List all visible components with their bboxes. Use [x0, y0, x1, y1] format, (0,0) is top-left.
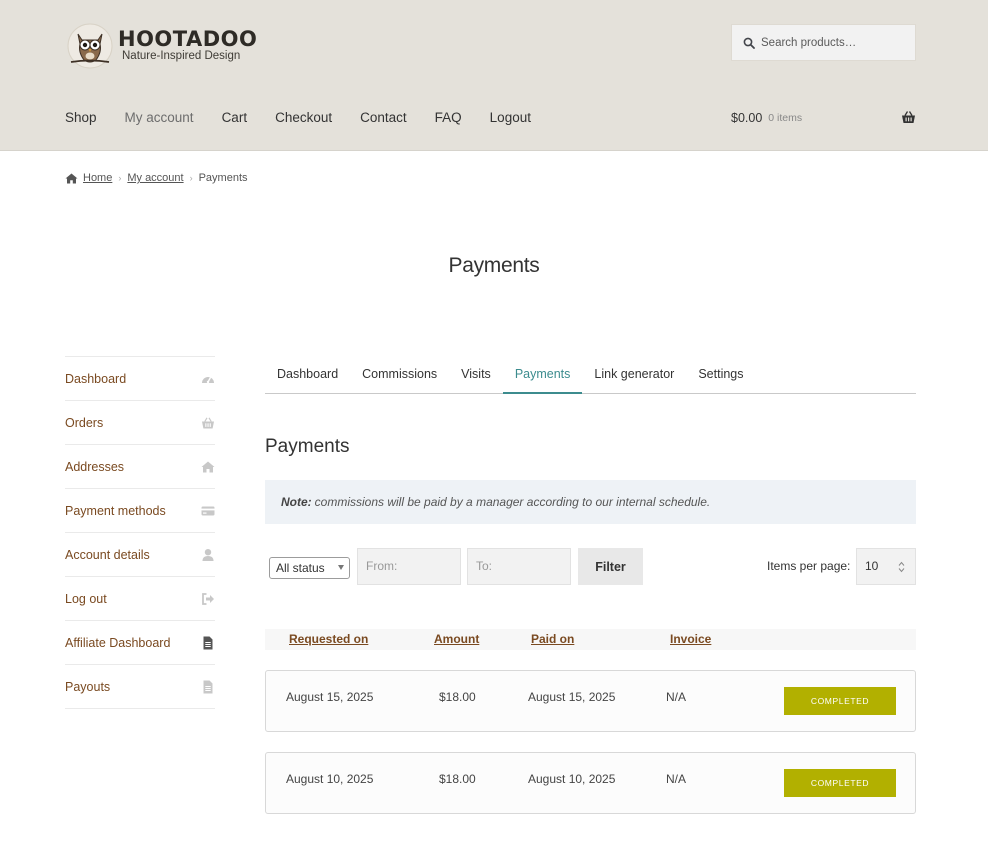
- search-icon: [743, 37, 755, 49]
- to-date-input[interactable]: To:: [467, 548, 571, 585]
- nav-shop[interactable]: Shop: [65, 108, 97, 128]
- site-logo[interactable]: HOOTADOO Nature-Inspired Design: [66, 22, 257, 70]
- nav-logout[interactable]: Logout: [490, 108, 531, 128]
- tab-settings[interactable]: Settings: [686, 356, 755, 394]
- sidebar-item-orders[interactable]: Orders: [65, 401, 215, 445]
- breadcrumb-home[interactable]: Home: [83, 172, 112, 184]
- paid-on-cell: August 10, 2025: [528, 772, 616, 786]
- status-select-value: All status: [276, 561, 325, 575]
- dropdown-arrow-icon: [338, 565, 344, 570]
- basket-icon: [201, 416, 215, 430]
- nav-faq[interactable]: FAQ: [435, 108, 462, 128]
- basket-icon: [902, 111, 915, 123]
- sidebar-item-label: Log out: [65, 591, 107, 606]
- note-label: Note:: [281, 495, 312, 509]
- product-search[interactable]: [731, 24, 916, 61]
- items-per-page-input[interactable]: 10: [856, 548, 916, 585]
- sidebar-item-addresses[interactable]: Addresses: [65, 445, 215, 489]
- payments-note: Note: commissions will be paid by a mana…: [265, 480, 916, 524]
- column-requested-on[interactable]: Requested on: [289, 632, 368, 646]
- home-icon: [65, 173, 78, 183]
- invoice-cell: N/A: [666, 690, 687, 704]
- document-icon: [201, 636, 215, 650]
- items-per-page-label: Items per page:: [767, 559, 851, 573]
- page-title: Payments: [448, 254, 540, 277]
- user-icon: [201, 548, 215, 562]
- column-amount[interactable]: Amount: [434, 632, 479, 646]
- cart-amount: $0.00: [731, 111, 763, 125]
- account-navigation: Dashboard Orders Addresses Payment metho…: [65, 356, 215, 709]
- from-date-input[interactable]: From:: [357, 548, 461, 585]
- site-header: HOOTADOO Nature-Inspired Design Shop My …: [0, 0, 988, 151]
- tab-link-generator[interactable]: Link generator: [582, 356, 686, 394]
- document-outline-icon: [201, 680, 215, 694]
- header-cart[interactable]: $0.00 0 items: [731, 108, 916, 128]
- sidebar-item-label: Affiliate Dashboard: [65, 635, 171, 650]
- items-per-page-value: 10: [865, 559, 879, 573]
- sidebar-item-label: Dashboard: [65, 371, 127, 386]
- sidebar-item-label: Orders: [65, 415, 104, 430]
- nav-cart[interactable]: Cart: [222, 108, 248, 128]
- column-invoice[interactable]: Invoice: [670, 632, 711, 646]
- cart-count: 0 items: [768, 112, 803, 124]
- requested-on-cell: August 10, 2025: [286, 772, 374, 786]
- spinner-arrows-icon[interactable]: [898, 561, 905, 573]
- sidebar-item-account-details[interactable]: Account details: [65, 533, 215, 577]
- amount-cell: $18.00: [439, 772, 476, 786]
- filter-button[interactable]: Filter: [578, 548, 643, 585]
- sidebar-item-label: Payment methods: [65, 503, 166, 518]
- sidebar-item-dashboard[interactable]: Dashboard: [65, 357, 215, 401]
- search-input[interactable]: [761, 36, 911, 49]
- brand-subtitle: Nature-Inspired Design: [122, 50, 241, 63]
- requested-on-cell: August 15, 2025: [286, 690, 374, 704]
- credit-card-icon: [201, 504, 215, 518]
- sidebar-item-label: Payouts: [65, 679, 111, 694]
- breadcrumb-separator-icon: ›: [189, 173, 193, 183]
- payments-table-header: Requested on Amount Paid on Invoice: [265, 629, 916, 650]
- sign-out-icon: [201, 592, 215, 606]
- filter-bar: All status From: To: Filter Items per pa…: [265, 548, 916, 585]
- nav-my-account[interactable]: My account: [125, 108, 194, 128]
- brand-title: HOOTADOO: [118, 27, 258, 52]
- breadcrumb-current: Payments: [198, 172, 248, 184]
- primary-navigation: Shop My account Cart Checkout Contact FA…: [65, 108, 559, 128]
- home-icon: [201, 460, 215, 474]
- invoice-cell: N/A: [666, 772, 687, 786]
- amount-cell: $18.00: [439, 690, 476, 704]
- nav-checkout[interactable]: Checkout: [275, 108, 332, 128]
- gauge-icon: [201, 372, 215, 386]
- sidebar-item-label: Account details: [65, 547, 150, 562]
- table-row: August 10, 2025 $18.00 August 10, 2025 N…: [265, 752, 916, 814]
- breadcrumb-separator-icon: ›: [118, 173, 122, 183]
- column-paid-on[interactable]: Paid on: [531, 632, 574, 646]
- sidebar-item-label: Addresses: [65, 459, 125, 474]
- owl-logo-icon: [67, 23, 113, 69]
- status-select[interactable]: All status: [269, 557, 350, 579]
- breadcrumb-my-account[interactable]: My account: [127, 172, 183, 184]
- nav-contact[interactable]: Contact: [360, 108, 407, 128]
- tab-commissions[interactable]: Commissions: [350, 356, 449, 394]
- note-text: commissions will be paid by a manager ac…: [314, 495, 711, 509]
- tab-dashboard[interactable]: Dashboard: [265, 356, 350, 394]
- sidebar-item-payment-methods[interactable]: Payment methods: [65, 489, 215, 533]
- tab-visits[interactable]: Visits: [449, 356, 503, 394]
- section-title: Payments: [265, 436, 350, 457]
- status-badge: COMPLETED: [784, 769, 896, 797]
- sidebar-item-log-out[interactable]: Log out: [65, 577, 215, 621]
- sidebar-item-payouts[interactable]: Payouts: [65, 665, 215, 709]
- tab-payments[interactable]: Payments: [502, 356, 583, 394]
- sidebar-item-affiliate-dashboard[interactable]: Affiliate Dashboard: [65, 621, 215, 665]
- paid-on-cell: August 15, 2025: [528, 690, 616, 704]
- table-row: August 15, 2025 $18.00 August 15, 2025 N…: [265, 670, 916, 732]
- breadcrumb: Home › My account › Payments: [65, 172, 248, 184]
- affiliate-tabs: Dashboard Commissions Visits Payments Li…: [265, 356, 916, 394]
- status-badge: COMPLETED: [784, 687, 896, 715]
